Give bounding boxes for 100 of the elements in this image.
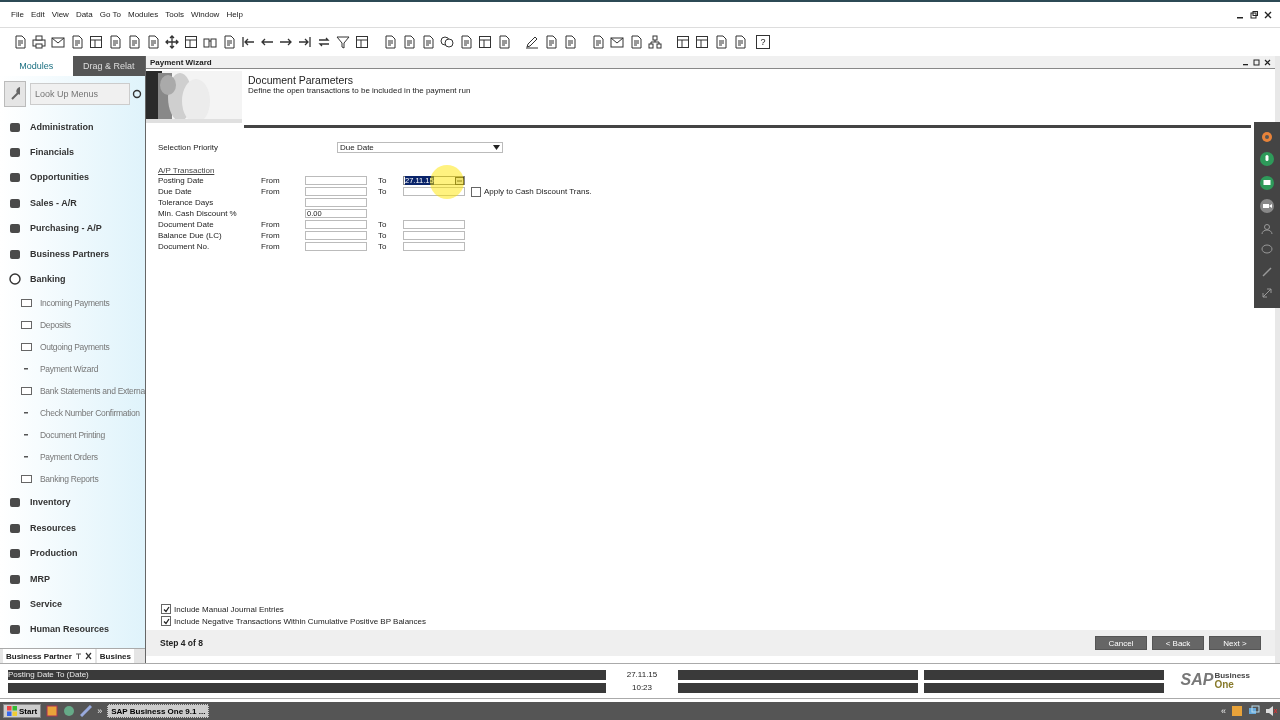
menu-item[interactable]: Go To [99,10,121,19]
more-button[interactable]: » [97,706,103,716]
maximize-icon[interactable] [1253,58,1260,66]
module-item[interactable]: Service [0,591,145,617]
submenu-item[interactable]: Payment Wizard [0,357,145,380]
submenu-item[interactable]: Deposits [0,313,145,336]
app-icon[interactable] [63,705,76,717]
tray-icon[interactable] [1231,705,1243,717]
restore-icon[interactable] [1250,10,1258,19]
tree-icon[interactable] [648,35,662,49]
document-icon[interactable] [383,35,397,49]
input-field[interactable] [305,187,367,196]
close-icon[interactable] [1264,58,1271,66]
chat-bubble-icon[interactable] [1261,244,1273,257]
refresh-icon[interactable] [317,35,331,49]
document-icon[interactable] [591,35,605,49]
submenu-item[interactable]: Bank Statements and Externa [0,379,145,402]
expand-icon[interactable] [1261,287,1273,300]
move-icon[interactable] [165,35,179,49]
menu-item[interactable]: Edit [30,10,45,19]
module-item[interactable]: Financials [0,139,145,165]
window-icon[interactable] [355,35,369,49]
module-item[interactable]: Production [0,540,145,566]
network-icon[interactable] [1248,705,1260,717]
menu-item[interactable]: Data [75,10,93,19]
speaker-icon[interactable] [1265,705,1277,717]
module-item[interactable]: Opportunities [0,164,145,191]
document-icon[interactable] [497,35,511,49]
start-button[interactable]: Start [3,704,42,718]
submenu-item[interactable]: Document Printing [0,423,145,446]
submenu-item[interactable]: Banking Reports [0,467,145,490]
submenu-item[interactable]: Incoming Payments [0,291,145,314]
module-item[interactable]: Banking [0,266,145,292]
module-item[interactable]: MRP [0,565,145,592]
document-icon[interactable] [222,35,236,49]
input-field[interactable] [305,242,367,251]
menu-item[interactable]: File [11,10,24,19]
monitor-icon[interactable] [1260,175,1274,190]
menu-item[interactable]: Tools [165,10,184,19]
wizard-button[interactable]: Cancel [1095,636,1147,650]
coins-icon[interactable] [440,35,454,49]
input-field[interactable] [403,231,465,240]
wizard-button[interactable]: < Back [1152,636,1204,650]
last-icon[interactable] [298,35,312,49]
module-item[interactable]: Purchasing - A/P [0,215,145,241]
document-icon[interactable] [459,35,473,49]
printer-icon[interactable] [32,35,46,49]
app-icon[interactable] [80,705,93,717]
module-item[interactable]: Human Resources [0,616,145,643]
module-item[interactable]: Business Partners [0,240,145,267]
checkbox[interactable]: Include Negative Transactions Within Cumulative Positive BP Balances [161,616,1263,626]
envelope-icon[interactable] [610,35,624,49]
document-icon[interactable] [714,35,728,49]
close-icon[interactable] [84,652,92,660]
document-icon[interactable] [146,35,160,49]
document-icon[interactable] [733,35,747,49]
pencil-icon[interactable] [525,35,539,49]
submenu-item[interactable]: Outgoing Payments [0,335,145,358]
window-icon[interactable] [478,35,492,49]
video-camera-icon[interactable] [1260,199,1274,214]
binoculars-icon[interactable] [203,35,217,49]
document-icon[interactable] [629,35,643,49]
checkbox[interactable]: Include Manual Journal Entries [161,604,1263,614]
input-field[interactable] [305,231,367,240]
input-field[interactable] [305,198,367,207]
input-field[interactable] [305,176,367,185]
gear-icon[interactable] [1261,130,1273,143]
sidebar-tab[interactable]: Drag & Relat [72,56,145,76]
menu-item[interactable]: Window [190,10,220,19]
taskbar-button[interactable]: SAP Business One 9.1 ... [107,704,210,718]
module-item[interactable]: Resources [0,515,145,541]
module-item[interactable]: Administration [0,114,145,140]
module-item[interactable]: Inventory [0,489,145,516]
app-icon[interactable] [46,705,59,717]
window-icon[interactable] [89,35,103,49]
help-button[interactable]: ? [756,35,770,49]
close-icon[interactable] [1264,10,1272,19]
wizard-button[interactable]: Next > [1209,636,1261,650]
wrench-icon[interactable] [4,81,26,107]
microphone-icon[interactable] [1260,152,1274,167]
document-tab[interactable]: Busines [96,649,134,663]
menu-item[interactable]: View [51,10,69,19]
submenu-item[interactable]: Check Number Confirmation [0,401,145,424]
document-icon[interactable] [563,35,577,49]
document-icon[interactable] [544,35,558,49]
input-field[interactable] [403,242,465,251]
people-icon[interactable] [1261,222,1273,235]
pin-icon[interactable] [74,652,82,660]
envelope-icon[interactable] [51,35,65,49]
selection-priority-dropdown[interactable]: Due Date [337,142,503,153]
document-icon[interactable] [13,35,27,49]
document-icon[interactable] [421,35,435,49]
input-field[interactable] [403,220,465,229]
search-field[interactable]: Look Up Menus [30,83,130,105]
filter-icon[interactable] [336,35,350,49]
calendar-icon[interactable] [455,176,464,185]
menu-item[interactable]: Help [226,10,243,19]
input-field[interactable] [305,220,367,229]
document-icon[interactable] [70,35,84,49]
document-icon[interactable] [127,35,141,49]
